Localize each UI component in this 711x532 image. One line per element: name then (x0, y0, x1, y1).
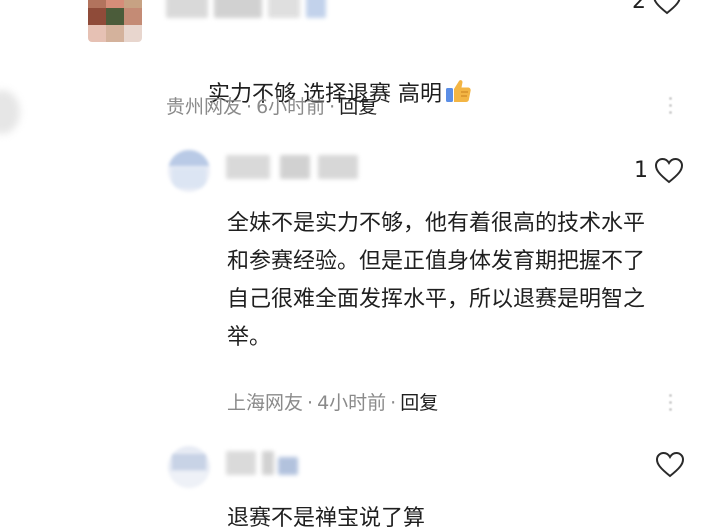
heart-outline-icon (655, 451, 685, 479)
comment-text: 退赛不是禅宝说了算 (227, 506, 426, 531)
location-label: 贵州网友 (166, 96, 243, 118)
comment-text: 全妹不是实力不够，他有着很高的技术水平和参赛经验。但是正值身体发育期把握不了自己… (227, 211, 646, 350)
comment-thread: 2 实力不够 选择退赛 高明 贵州网友 · 6小时前 · 回复 1 全妹不是实力… (0, 0, 711, 532)
avatar[interactable] (168, 150, 210, 192)
like-count: 2 (632, 0, 646, 14)
edge-shadow (0, 90, 20, 134)
location-label: 上海网友 (227, 392, 304, 414)
thumbs-up-emoji (444, 77, 472, 105)
avatar[interactable] (168, 446, 210, 488)
username-redacted (226, 155, 366, 179)
like-button[interactable]: 1 (634, 157, 684, 185)
username-redacted (166, 0, 336, 18)
avatar[interactable] (88, 0, 142, 42)
comment-meta: 贵州网友 · 6小时前 · 回复 (166, 96, 378, 118)
comment-meta: 上海网友 · 4小时前 · 回复 (227, 392, 439, 414)
like-button[interactable] (655, 451, 685, 479)
like-count: 1 (634, 158, 648, 183)
username-redacted (226, 451, 316, 475)
timestamp: 6小时前 (256, 96, 326, 118)
more-vertical-icon[interactable] (667, 394, 673, 411)
timestamp: 4小时前 (317, 392, 387, 414)
more-vertical-icon[interactable] (667, 97, 673, 114)
heart-outline-icon (652, 0, 682, 16)
heart-outline-icon (654, 157, 684, 185)
reply-button[interactable]: 回复 (339, 96, 377, 118)
like-button[interactable]: 2 (632, 0, 682, 16)
reply-button[interactable]: 回复 (400, 392, 438, 414)
